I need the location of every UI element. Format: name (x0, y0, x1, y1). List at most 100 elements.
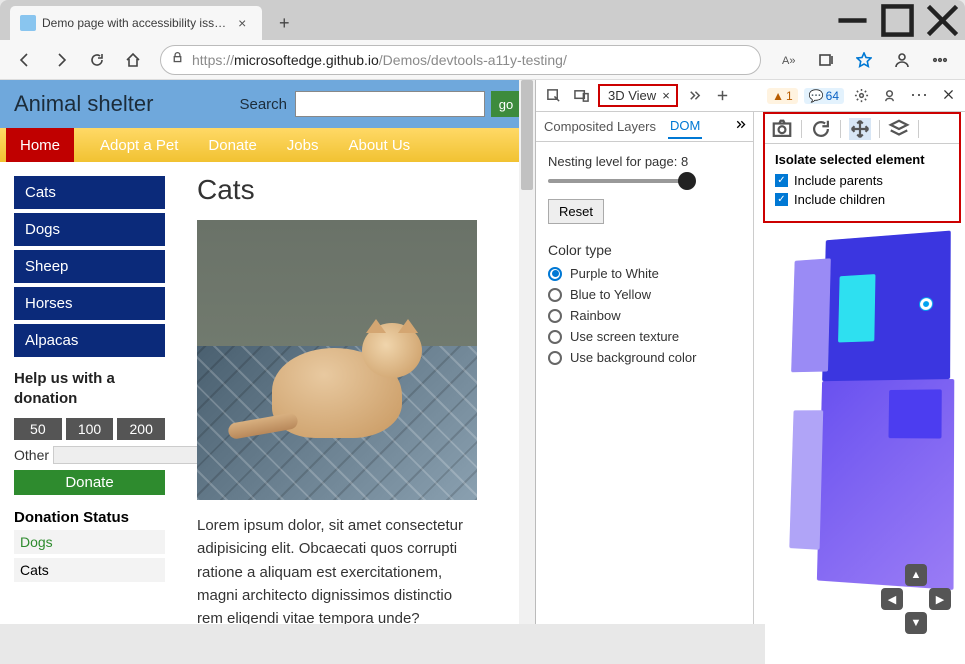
amount-200[interactable]: 200 (117, 418, 165, 440)
status-row-dogs: Dogs (14, 530, 165, 554)
donation-section: Help us with a donation 50 100 200 Other… (14, 369, 165, 582)
issues-warning-badge[interactable]: ▲ 1 (767, 88, 798, 104)
inspect-icon[interactable] (542, 85, 564, 107)
search-input[interactable] (295, 91, 485, 117)
close-tab-icon[interactable]: × (662, 88, 670, 103)
checkbox-include-children[interactable]: ✓Include children (775, 192, 949, 207)
main-nav: Home Adopt a Pet Donate Jobs About Us (0, 128, 535, 162)
layers-icon[interactable] (888, 118, 910, 140)
nav-adopt[interactable]: Adopt a Pet (96, 128, 182, 162)
site-brand: Animal shelter (14, 91, 239, 117)
minimize-button[interactable] (830, 0, 875, 40)
isolate-toolbar (765, 114, 959, 144)
isolate-panel: Isolate selected element ✓Include parent… (763, 112, 961, 223)
page-scrollbar[interactable] (519, 80, 535, 624)
radio-background-color[interactable]: Use background color (548, 350, 741, 365)
page-body: Cats Dogs Sheep Horses Alpacas Help us w… (0, 162, 535, 624)
more-tabs-icon[interactable] (684, 85, 706, 107)
sidebar: Cats Dogs Sheep Horses Alpacas Help us w… (0, 162, 175, 624)
nav-donate[interactable]: Donate (204, 128, 260, 162)
device-icon[interactable] (570, 85, 592, 107)
nav-jobs[interactable]: Jobs (283, 128, 323, 162)
search-label: Search (239, 96, 287, 113)
donation-header: Help us with a donation (14, 369, 165, 408)
nesting-slider[interactable] (548, 179, 688, 183)
radio-screen-texture[interactable]: Use screen texture (548, 329, 741, 344)
menu-button[interactable] (923, 44, 957, 76)
new-tab-button[interactable]: + (270, 9, 298, 37)
amount-100[interactable]: 100 (66, 418, 114, 440)
page-content: Animal shelter Search go Home Adopt a Pe… (0, 80, 535, 624)
address-bar[interactable]: https://microsoftedge.github.io/Demos/de… (160, 45, 761, 75)
collections-button[interactable] (809, 44, 843, 76)
tab-close-button[interactable]: × (232, 13, 252, 33)
home-button[interactable] (116, 44, 150, 76)
devtools-close-button[interactable] (938, 88, 959, 104)
sidebar-item-sheep[interactable]: Sheep (14, 250, 165, 283)
radio-rainbow[interactable]: Rainbow (548, 308, 741, 323)
devtools-menu-icon[interactable]: ⋯ (906, 85, 932, 106)
profile-button[interactable] (885, 44, 919, 76)
viewport: Animal shelter Search go Home Adopt a Pe… (0, 80, 965, 624)
sidebar-item-dogs[interactable]: Dogs (14, 213, 165, 246)
status-row-cats: Cats (14, 558, 165, 582)
sidebar-item-cats[interactable]: Cats (14, 176, 165, 209)
3d-render-area[interactable]: ▲ ▼ ◀ ▶ (765, 220, 965, 664)
page-header: Animal shelter Search go (0, 80, 535, 128)
browser-tab[interactable]: Demo page with accessibility iss… × (10, 6, 262, 40)
settings-icon[interactable] (850, 85, 872, 107)
donate-button[interactable]: Donate (14, 470, 165, 495)
other-label: Other (14, 447, 49, 463)
page-title: Cats (197, 174, 513, 206)
radio-purple-white[interactable]: Purple to White (548, 266, 741, 281)
favorite-button[interactable] (847, 44, 881, 76)
pan-left-button[interactable]: ◀ (881, 588, 903, 610)
nesting-level-label: Nesting level for page: 8 (548, 154, 741, 169)
maximize-button[interactable] (875, 0, 920, 40)
radio-blue-yellow[interactable]: Blue to Yellow (548, 287, 741, 302)
checkbox-include-parents[interactable]: ✓Include parents (775, 173, 949, 188)
pan-down-button[interactable]: ▼ (905, 612, 927, 634)
tab-title: Demo page with accessibility iss… (42, 16, 226, 30)
reset-button[interactable]: Reset (548, 199, 604, 224)
read-aloud-button[interactable]: A» (771, 44, 805, 76)
issues-info-badge[interactable]: 💬 64 (804, 88, 844, 104)
more-subtabs-icon[interactable] (734, 118, 747, 136)
sidebar-item-horses[interactable]: Horses (14, 287, 165, 320)
window-titlebar: Demo page with accessibility iss… × + (0, 0, 965, 40)
snapshot-icon[interactable] (771, 118, 793, 140)
nav-about[interactable]: About Us (344, 128, 414, 162)
lock-icon (171, 51, 184, 69)
close-window-button[interactable] (920, 0, 965, 40)
favicon (20, 15, 36, 31)
svg-text:A»: A» (782, 55, 795, 67)
browser-toolbar: https://microsoftedge.github.io/Demos/de… (0, 40, 965, 80)
nav-home[interactable]: Home (6, 128, 74, 162)
tab-dom[interactable]: DOM (668, 114, 702, 139)
refresh-button[interactable] (80, 44, 114, 76)
pan-right-button[interactable]: ▶ (929, 588, 951, 610)
tab-composited-layers[interactable]: Composited Layers (542, 115, 658, 138)
3d-subtabs: Composited Layers DOM (536, 112, 753, 142)
retake-icon[interactable] (810, 118, 832, 140)
tab-3d-view[interactable]: 3D View × (598, 84, 678, 107)
forward-button[interactable] (44, 44, 78, 76)
paragraph: Lorem ipsum dolor, sit amet consectetur … (197, 514, 477, 624)
url-text: https://microsoftedge.github.io/Demos/de… (192, 52, 750, 68)
search-go-button[interactable]: go (491, 91, 521, 117)
window-controls (830, 0, 965, 40)
devtools-panel: 3D View × ▲ 1 💬 64 ⋯ Composited Layers D… (535, 80, 965, 624)
pan-icon[interactable] (849, 118, 871, 140)
pan-up-button[interactable]: ▲ (905, 564, 927, 586)
add-tab-icon[interactable] (712, 85, 734, 107)
amount-50[interactable]: 50 (14, 418, 62, 440)
isolate-header: Isolate selected element (775, 152, 949, 167)
donation-status-header: Donation Status (14, 509, 165, 526)
main-column: Cats Lorem ipsum dolor, sit amet consect… (175, 162, 535, 624)
cat-image (197, 220, 477, 500)
3d-view-panel: Composited Layers DOM Nesting level for … (536, 112, 754, 624)
back-button[interactable] (8, 44, 42, 76)
sidebar-item-alpacas[interactable]: Alpacas (14, 324, 165, 357)
devtools-toolbar: 3D View × ▲ 1 💬 64 ⋯ (536, 80, 965, 112)
feedback-icon[interactable] (878, 85, 900, 107)
